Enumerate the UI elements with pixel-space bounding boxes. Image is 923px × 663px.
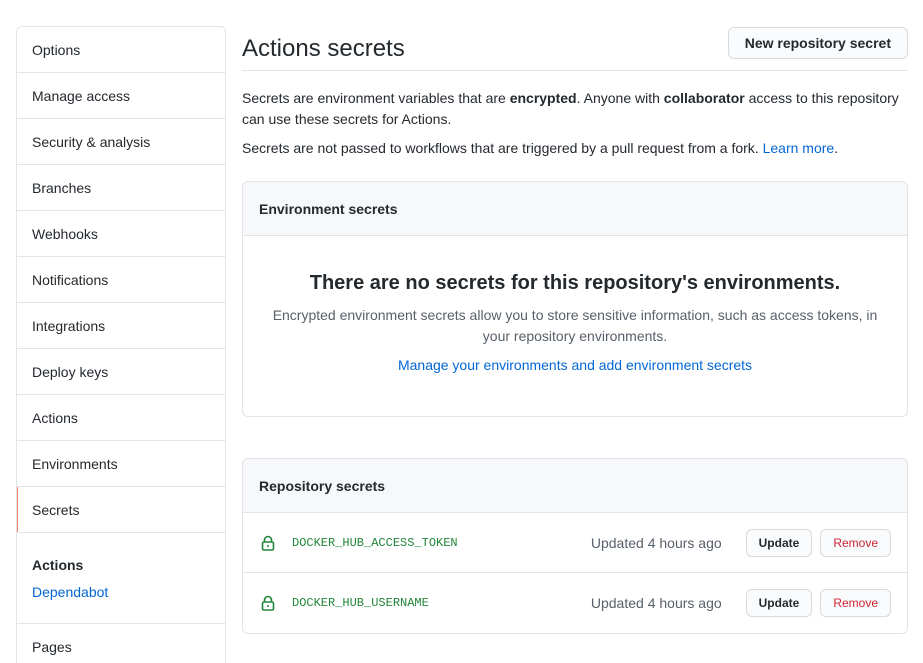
- blankslate-title: There are no secrets for this repository…: [309, 272, 841, 294]
- sidebar-item-label: Webhooks: [32, 225, 98, 242]
- sidebar-subgroup-title: Actions: [32, 557, 84, 573]
- update-secret-button[interactable]: Update: [745, 528, 813, 557]
- learn-more-link[interactable]: Learn more: [763, 140, 835, 156]
- remove-secret-button[interactable]: Remove: [820, 589, 891, 617]
- sidebar-item-security-analysis[interactable]: Security & analysis: [17, 119, 225, 165]
- environment-secrets-header: Environment secrets: [243, 182, 907, 236]
- description-text: . Anyone with: [576, 90, 664, 106]
- sidebar-item-label: Secrets: [32, 501, 80, 518]
- sidebar-item-label: Security & analysis: [32, 133, 151, 150]
- sidebar-item-environments[interactable]: Environments: [17, 441, 225, 487]
- description-emphasis: encrypted: [509, 90, 577, 106]
- sidebar-item-label: Integrations: [32, 317, 106, 334]
- remove-secret-button[interactable]: Remove: [820, 528, 891, 557]
- page-title: Actions secrets: [242, 35, 405, 62]
- sidebar-item-dependabot[interactable]: Dependabot: [32, 584, 210, 600]
- secret-name: DOCKER_HUB_USERNAME: [292, 596, 429, 610]
- sidebar-item-actions[interactable]: Actions: [17, 395, 225, 441]
- blankslate-description: Encrypted environment secrets allow you …: [272, 307, 878, 344]
- fork-note: Secrets are not passed to workflows that…: [242, 140, 908, 156]
- secret-row: DOCKER_HUB_ACCESS_TOKEN Updated 4 hours …: [243, 513, 907, 573]
- repository-secrets-header: Repository secrets: [243, 459, 907, 513]
- fork-note-end: .: [834, 140, 839, 156]
- secret-updated: Updated 4 hours ago: [590, 534, 722, 551]
- main-content: Actions secrets New repository secret Se…: [242, 26, 908, 634]
- secret-row: DOCKER_HUB_USERNAME Updated 4 hours ago …: [243, 573, 907, 633]
- sidebar-item-label: Environments: [32, 455, 118, 472]
- repository-secrets-box: Repository secrets DOCKER_HUB_ACCESS_TOK…: [242, 458, 908, 634]
- blankslate: There are no secrets for this repository…: [243, 236, 907, 373]
- new-repository-secret-button[interactable]: New repository secret: [727, 27, 908, 59]
- sidebar-item-label: Pages: [32, 638, 72, 655]
- update-secret-button[interactable]: Update: [745, 589, 813, 617]
- secret-name: DOCKER_HUB_ACCESS_TOKEN: [292, 535, 458, 550]
- sidebar-item-pages[interactable]: Pages: [17, 624, 225, 663]
- environment-secrets-box: Environment secrets There are no secrets…: [242, 181, 908, 417]
- sidebar-item-label: Deploy keys: [32, 363, 109, 380]
- sidebar-item-manage-access[interactable]: Manage access: [17, 73, 225, 119]
- lock-icon: [261, 595, 275, 611]
- sidebar-secrets-subgroup: Actions Dependabot: [17, 533, 225, 624]
- sidebar-item-label: Notifications: [32, 271, 109, 288]
- settings-sidebar: Options Manage access Security & analysi…: [16, 26, 226, 663]
- sidebar-item-label: Actions: [32, 409, 78, 426]
- description-emphasis: collaborator: [663, 90, 745, 106]
- sidebar-item-branches[interactable]: Branches: [17, 165, 225, 211]
- sidebar-item-secrets[interactable]: Secrets: [17, 487, 225, 533]
- sidebar-item-label: Options: [32, 41, 81, 58]
- lock-icon: [261, 535, 275, 551]
- sidebar-item-webhooks[interactable]: Webhooks: [17, 211, 225, 257]
- sidebar-item-label: Manage access: [32, 87, 131, 104]
- page-header: Actions secrets New repository secret: [242, 26, 908, 71]
- sidebar-item-integrations[interactable]: Integrations: [17, 303, 225, 349]
- sidebar-item-deploy-keys[interactable]: Deploy keys: [17, 349, 225, 395]
- sidebar-item-notifications[interactable]: Notifications: [17, 257, 225, 303]
- sidebar-item-options[interactable]: Options: [17, 27, 225, 73]
- description-text: Secrets are environment variables that a…: [242, 90, 510, 106]
- manage-environments-link[interactable]: Manage your environments and add environ…: [398, 357, 752, 373]
- fork-note-text: Secrets are not passed to workflows that…: [242, 140, 763, 156]
- secret-updated: Updated 4 hours ago: [590, 595, 722, 611]
- sidebar-item-label: Branches: [32, 179, 92, 196]
- description: Secrets are environment variables that a…: [242, 88, 908, 130]
